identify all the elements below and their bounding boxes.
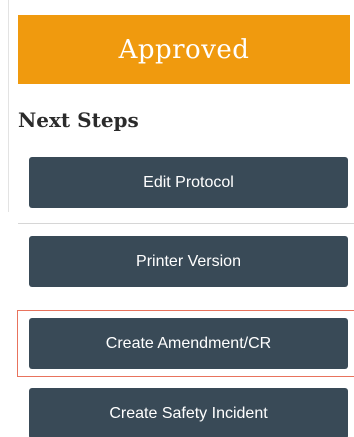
next-steps-panel: Approved Next Steps Edit Protocol Printe… [0, 0, 354, 437]
section-title: Next Steps [18, 108, 139, 132]
edit-protocol-button[interactable]: Edit Protocol [29, 157, 348, 208]
create-amendment-label: Create Amendment/CR [105, 334, 272, 352]
left-divider [8, 0, 9, 212]
edit-protocol-label: Edit Protocol [143, 173, 234, 191]
create-safety-incident-button[interactable]: Create Safety Incident [29, 388, 348, 437]
status-label: Approved [118, 34, 250, 65]
section-divider [18, 223, 354, 224]
printer-version-button[interactable]: Printer Version [29, 236, 348, 287]
create-safety-incident-label: Create Safety Incident [109, 404, 268, 422]
printer-version-label: Printer Version [136, 252, 241, 270]
create-amendment-button[interactable]: Create Amendment/CR [29, 318, 348, 369]
status-badge: Approved [18, 15, 350, 84]
